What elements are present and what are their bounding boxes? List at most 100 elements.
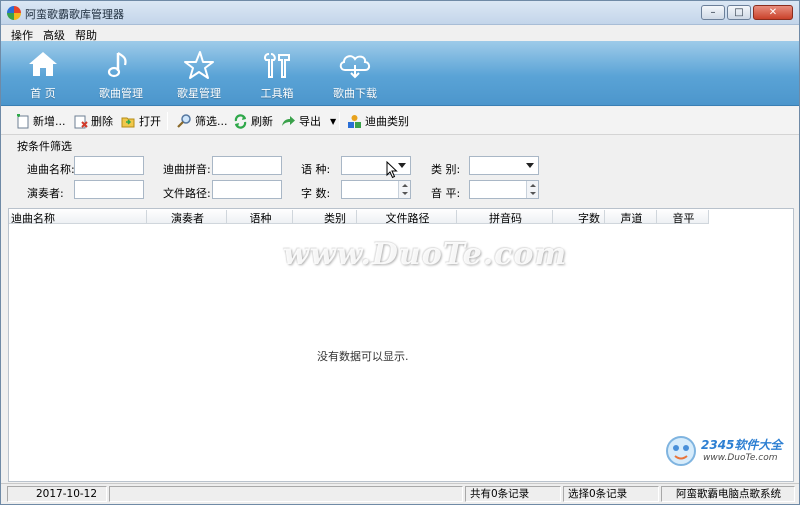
spin-down-icon	[402, 192, 408, 195]
close-icon: ✕	[768, 6, 778, 18]
column-header-singer[interactable]: 演奏者	[147, 210, 227, 225]
status-total-records: 共有0条记录	[465, 486, 561, 502]
nav-toolbox-label: 工具箱	[260, 87, 294, 100]
volume-label: 音 平:	[431, 187, 461, 200]
maximize-icon: □	[734, 6, 744, 18]
window-title: 阿蛮歌霸歌库管理器	[25, 8, 124, 21]
song-pinyin-label: 迪曲拼音:	[163, 163, 211, 176]
music-note-icon	[107, 52, 127, 78]
type-select[interactable]	[469, 156, 539, 175]
delete-button[interactable]: 删除	[73, 112, 113, 130]
file-path-input[interactable]	[212, 180, 282, 199]
open-button-label: 打开	[139, 115, 161, 128]
status-spacer	[109, 486, 463, 502]
2345-watermark: 2345软件大全 www.DuoTe.com	[661, 431, 799, 471]
minimize-button[interactable]: –	[701, 5, 725, 20]
tools-icon	[264, 53, 290, 78]
column-header-file-path[interactable]: 文件路径	[357, 210, 457, 225]
column-header-pinyin[interactable]: 拼音码	[457, 210, 553, 225]
add-button-label: 新增...	[33, 115, 66, 128]
spin-down-icon	[530, 192, 536, 195]
app-window: 阿蛮歌霸歌库管理器 – □ ✕ 操作 高级 帮助 首 页 歌曲管理 歌星管理 工…	[0, 0, 800, 505]
refresh-icon	[234, 113, 247, 129]
filter-button[interactable]: 筛选...	[177, 112, 228, 130]
export-button-label: 导出	[299, 115, 321, 128]
column-header-type[interactable]: 类别	[293, 210, 357, 225]
nav-song-download-label: 歌曲下载	[333, 87, 377, 100]
nav-home-label: 首 页	[30, 87, 56, 100]
nav-home[interactable]: 首 页	[7, 41, 79, 105]
app-logo-icon	[7, 6, 21, 20]
grid-header: 迪曲名称 演奏者 语种 类别 文件路径 拼音码 字数 声道 音平	[9, 209, 709, 225]
song-name-label: 迪曲名称:	[27, 163, 75, 176]
column-header-language[interactable]: 语种	[227, 210, 293, 225]
spinner-buttons[interactable]	[398, 181, 410, 198]
2345-brand-text: 2345软件大全	[701, 438, 783, 452]
category-icon	[348, 114, 361, 128]
singer-input[interactable]	[74, 180, 144, 199]
song-pinyin-input[interactable]	[212, 156, 282, 175]
search-icon	[177, 113, 191, 128]
title-bar: 阿蛮歌霸歌库管理器 – □ ✕	[1, 1, 799, 25]
singer-label: 演奏者:	[27, 187, 64, 200]
open-folder-icon	[121, 117, 135, 127]
chevron-down-icon	[526, 163, 534, 168]
toolbar-separator	[167, 112, 168, 130]
export-button[interactable]: 导出 ▼	[281, 112, 336, 130]
column-header-channel[interactable]: 声道	[605, 210, 657, 225]
volume-stepper[interactable]	[469, 180, 539, 199]
minimize-icon: –	[710, 6, 716, 18]
spinner-buttons[interactable]	[526, 181, 538, 198]
close-button[interactable]: ✕	[753, 5, 793, 20]
nav-song-manage[interactable]: 歌曲管理	[85, 41, 157, 105]
word-count-stepper[interactable]	[341, 180, 411, 199]
maximize-button[interactable]: □	[727, 5, 751, 20]
refresh-button-label: 刷新	[251, 115, 273, 128]
type-label: 类 别:	[431, 163, 461, 176]
nav-song-manage-label: 歌曲管理	[99, 87, 143, 100]
word-count-label: 字 数:	[301, 187, 331, 200]
song-category-button[interactable]: 迪曲类别	[347, 112, 409, 130]
refresh-button[interactable]: 刷新	[233, 112, 273, 130]
filter-button-label: 筛选...	[195, 115, 228, 128]
menu-bar: 操作 高级 帮助	[1, 25, 799, 42]
export-arrow-icon	[282, 115, 295, 126]
column-header-song-name[interactable]: 迪曲名称	[9, 210, 147, 225]
chevron-down-icon[interactable]: ▼	[330, 117, 336, 126]
2345-url-text: www.DuoTe.com	[703, 453, 778, 463]
mouse-cursor-icon	[386, 161, 398, 179]
nav-star-manage[interactable]: 歌星管理	[163, 41, 235, 105]
toolbar: 新增... 删除 打开 筛选... 刷新 导出 ▼ 迪曲类别	[1, 107, 799, 135]
star-icon	[184, 51, 214, 79]
nav-ribbon: 首 页 歌曲管理 歌星管理 工具箱 歌曲下载	[1, 41, 799, 106]
file-path-label: 文件路径:	[163, 187, 211, 200]
toolbar-separator	[339, 112, 340, 130]
new-document-icon	[17, 113, 29, 128]
filter-group-title: 按条件筛选	[17, 140, 72, 153]
language-select[interactable]	[341, 156, 411, 175]
spin-up-icon	[402, 184, 408, 187]
cloud-download-icon	[339, 55, 371, 79]
empty-grid-message: 没有数据可以显示.	[317, 350, 409, 363]
mascot-icon	[666, 436, 696, 466]
nav-song-download[interactable]: 歌曲下载	[319, 41, 391, 105]
duote-watermark: www.DuoTe.com	[283, 237, 568, 272]
status-system-name: 阿蛮歌霸电脑点歌系统	[661, 486, 795, 502]
window-controls: – □ ✕	[701, 5, 793, 20]
song-name-input[interactable]	[74, 156, 144, 175]
delete-document-icon	[74, 115, 88, 128]
column-header-word-count[interactable]: 字数	[553, 210, 605, 225]
chevron-down-icon	[398, 163, 406, 168]
delete-button-label: 删除	[91, 115, 113, 128]
song-category-button-label: 迪曲类别	[365, 115, 409, 128]
spin-up-icon	[530, 184, 536, 187]
home-icon	[29, 52, 57, 76]
status-date: 2017-10-12	[7, 486, 107, 502]
nav-toolbox[interactable]: 工具箱	[241, 41, 313, 105]
status-bar: 2017-10-12 共有0条记录 选择0条记录 阿蛮歌霸电脑点歌系统	[1, 483, 799, 504]
open-button[interactable]: 打开	[121, 112, 161, 130]
language-label: 语 种:	[301, 163, 331, 176]
status-selected-records: 选择0条记录	[563, 486, 659, 502]
column-header-volume[interactable]: 音平	[657, 210, 709, 225]
add-button[interactable]: 新增...	[15, 112, 66, 130]
